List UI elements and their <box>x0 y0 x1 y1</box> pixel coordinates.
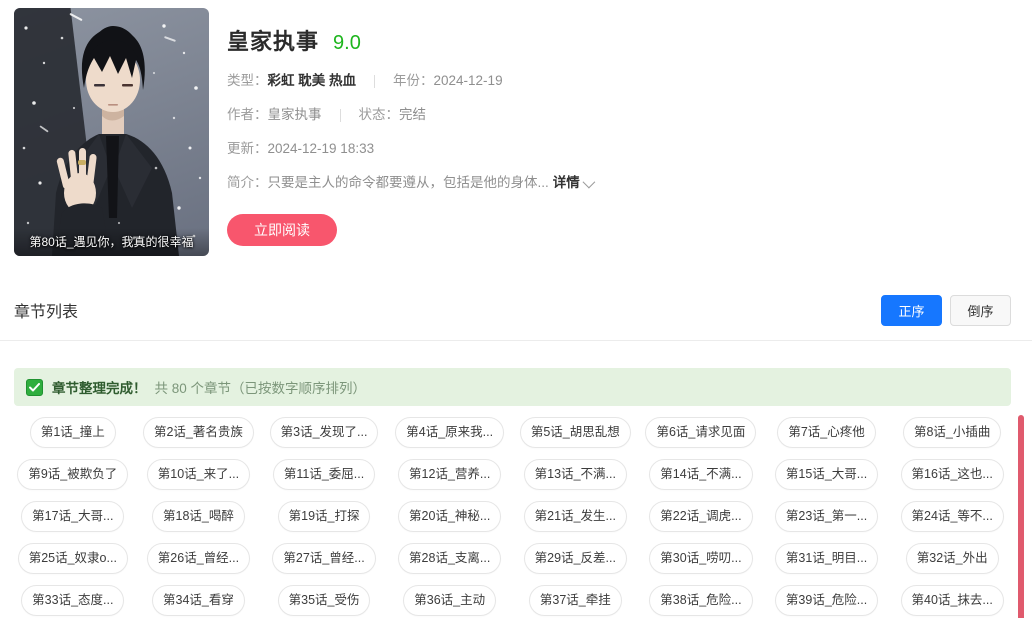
chapter-button[interactable]: 第31话_明目... <box>775 543 878 574</box>
chapter-button[interactable]: 第1话_撞上 <box>30 417 116 448</box>
status-value: 完结 <box>399 106 426 124</box>
chapter-notice-banner: 章节整理完成！ 共 80 个章节（已按数字顺序排列） <box>14 368 1011 406</box>
chapter-button[interactable]: 第14话_不满... <box>649 459 752 490</box>
chapter-button[interactable]: 第17话_大哥... <box>21 501 124 532</box>
year-value: 2024-12-19 <box>434 72 503 90</box>
year-label: 年份： <box>393 72 434 90</box>
status-label: 状态： <box>359 106 400 124</box>
chapter-section-header: 章节列表 正序 倒序 <box>14 294 1011 326</box>
page-title: 皇家执事 <box>227 24 319 56</box>
chapter-button[interactable]: 第11话_委屈... <box>273 459 375 490</box>
chapter-button[interactable]: 第10话_来了... <box>147 459 250 490</box>
scrollbar-thumb[interactable] <box>1018 415 1024 618</box>
chapter-button[interactable]: 第9话_被欺负了 <box>17 459 128 490</box>
read-now-button[interactable]: 立即阅读 <box>227 214 337 246</box>
type-value: 彩虹 耽美 热血 <box>268 72 357 90</box>
chapter-button[interactable]: 第40话_抹去... <box>901 585 1004 616</box>
meta-row-intro: 简介： 只要是主人的命令都要遵从，包括是他的身体... 详情 <box>227 174 927 192</box>
notice-text: 共 80 个章节（已按数字顺序排列） <box>155 377 367 397</box>
chapter-button[interactable]: 第2话_著名贵族 <box>143 417 254 448</box>
chapter-button[interactable]: 第21话_发生... <box>524 501 627 532</box>
cover-art-character <box>14 8 209 256</box>
rating-score: 9.0 <box>333 32 361 55</box>
chapter-button[interactable]: 第39话_危险... <box>775 585 878 616</box>
meta-row-author-status: 作者： 皇家执事 状态： 完结 <box>227 106 927 124</box>
chapter-button[interactable]: 第25话_奴隶o... <box>18 543 128 574</box>
separator <box>340 109 341 122</box>
chapter-button[interactable]: 第24话_等不... <box>901 501 1004 532</box>
sort-descending-button[interactable]: 倒序 <box>950 295 1011 326</box>
detail-link-text: 详情 <box>553 174 580 192</box>
chapter-button[interactable]: 第38话_危险... <box>649 585 752 616</box>
chapter-button[interactable]: 第12话_营养... <box>398 459 501 490</box>
chapter-button[interactable]: 第3话_发现了... <box>270 417 379 448</box>
chapter-button[interactable]: 第33话_态度... <box>21 585 124 616</box>
section-divider <box>0 340 1032 341</box>
chapter-button[interactable]: 第7话_心疼他 <box>777 417 875 448</box>
chapter-button[interactable]: 第37话_牵挂 <box>529 585 622 616</box>
chapter-button[interactable]: 第36话_主动 <box>403 585 496 616</box>
intro-value: 只要是主人的命令都要遵从，包括是他的身体... <box>268 174 549 192</box>
chapter-grid: 第1话_撞上第2话_著名贵族第3话_发现了... 第4话_原来我... 第5话_胡思… <box>14 417 1011 616</box>
type-label: 类型： <box>227 72 268 90</box>
chapter-button[interactable]: 第30话_唠叨... <box>649 543 752 574</box>
chapter-button[interactable]: 第20话_神秘... <box>398 501 501 532</box>
chapter-button[interactable]: 第32话_外出 <box>906 543 999 574</box>
update-label: 更新： <box>227 140 268 158</box>
manga-detail-page: 第80话_遇见你，我真的很幸福 皇家执事 9.0 类型： 彩虹 耽美 热血 年份… <box>0 0 1032 618</box>
chapter-button[interactable]: 第23话_第一... <box>775 501 878 532</box>
chapter-button[interactable]: 第28话_支离... <box>398 543 501 574</box>
sort-ascending-button[interactable]: 正序 <box>881 295 942 326</box>
meta-row-type-year: 类型： 彩虹 耽美 热血 年份： 2024-12-19 <box>227 72 927 90</box>
chapter-button[interactable]: 第16话_这也... <box>901 459 1004 490</box>
chapter-section-title: 章节列表 <box>14 298 78 322</box>
sort-button-group: 正序 倒序 <box>881 295 1011 326</box>
chapter-button[interactable]: 第6话_请求见面 <box>645 417 756 448</box>
chapter-button[interactable]: 第22话_调虎... <box>649 501 752 532</box>
update-value: 2024-12-19 18:33 <box>268 140 375 158</box>
meta-row-update: 更新： 2024-12-19 18:33 <box>227 140 927 158</box>
chapter-button[interactable]: 第35话_受伤 <box>278 585 371 616</box>
chapter-button[interactable]: 第18话_喝醉 <box>152 501 245 532</box>
chapter-button[interactable]: 第4话_原来我... <box>395 417 504 448</box>
chapter-button[interactable]: 第34话_看穿 <box>152 585 245 616</box>
intro-label: 简介： <box>227 174 268 192</box>
chapter-button[interactable]: 第13话_不满... <box>524 459 627 490</box>
chevron-down-icon <box>582 175 595 188</box>
author-value: 皇家执事 <box>268 106 322 124</box>
detail-expand-link[interactable]: 详情 <box>553 174 592 192</box>
separator <box>374 75 375 88</box>
chapter-button[interactable]: 第5话_胡思乱想 <box>520 417 631 448</box>
chapter-button[interactable]: 第26话_曾经... <box>147 543 250 574</box>
chapter-button[interactable]: 第19话_打探 <box>278 501 371 532</box>
check-icon <box>26 379 43 396</box>
chapter-button[interactable]: 第15话_大哥... <box>775 459 878 490</box>
notice-title: 章节整理完成！ <box>52 377 147 397</box>
cover-image[interactable]: 第80话_遇见你，我真的很幸福 <box>14 8 209 256</box>
author-label: 作者： <box>227 106 268 124</box>
latest-chapter-caption: 第80话_遇见你，我真的很幸福 <box>14 228 209 256</box>
chapter-button[interactable]: 第29话_反差... <box>524 543 627 574</box>
chapter-button[interactable]: 第27话_曾经... <box>272 543 375 574</box>
chapter-button[interactable]: 第8话_小插曲 <box>903 417 1001 448</box>
detail-info: 皇家执事 9.0 类型： 彩虹 耽美 热血 年份： 2024-12-19 作者：… <box>227 24 927 246</box>
